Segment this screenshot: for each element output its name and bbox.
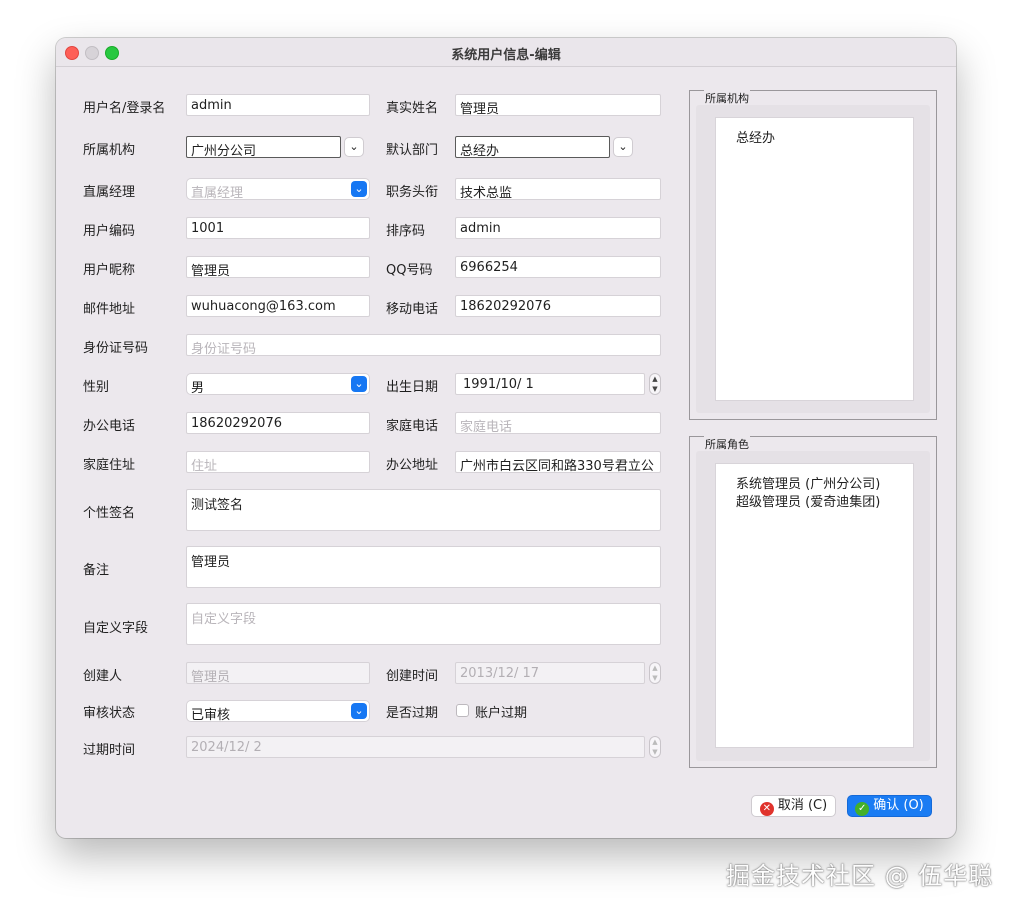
ok-button[interactable]: ✓ 确认 (O) (847, 795, 932, 817)
role-list-item[interactable]: 超级管理员 (爱奇迪集团) (736, 494, 913, 512)
signature-label: 个性签名 (83, 506, 136, 521)
window-title: 系统用户信息-编辑 (451, 48, 561, 63)
org-dropdown-button[interactable]: ⌄ (344, 137, 364, 157)
check-icon: ✓ (855, 802, 870, 816)
chevron-down-icon: ⌄ (351, 181, 367, 197)
jobtitle-field[interactable]: 技术总监 (455, 178, 661, 200)
org-field[interactable]: 广州分公司 (186, 136, 341, 158)
watermark-text: 掘金技术社区 @ 伍华聪 (726, 862, 994, 890)
cancel-icon: ✕ (759, 802, 774, 816)
gender-value: 男 (191, 381, 205, 395)
gender-label: 性别 (83, 380, 110, 395)
homeaddr-field[interactable]: 住址 (186, 451, 370, 473)
ok-button-label: 确认 (O) (873, 798, 924, 813)
gender-combo[interactable]: 男 ⌄ (186, 373, 370, 395)
creator-field: 管理员 (186, 662, 370, 684)
birthday-field[interactable]: 1991/10/ 1 (455, 373, 645, 395)
audit-value: 已审核 (191, 708, 231, 722)
remark-label: 备注 (83, 563, 110, 578)
org-groupbox: 所属机构 总经办 (689, 90, 937, 420)
remark-field[interactable]: 管理员 (186, 546, 661, 588)
cancel-button[interactable]: ✕ 取消 (C) (751, 795, 836, 817)
custom-label: 自定义字段 (83, 621, 149, 636)
nickname-field[interactable]: 管理员 (186, 256, 370, 278)
officephone-label: 办公电话 (83, 419, 136, 434)
qq-label: QQ号码 (386, 263, 433, 278)
role-groupbox-title: 所属角色 (704, 436, 750, 452)
jobtitle-label: 职务头衔 (386, 185, 439, 200)
dept-label: 默认部门 (386, 143, 439, 158)
birthday-stepper[interactable]: ▲ ▼ (649, 373, 661, 395)
qq-field[interactable]: 6966254 (455, 256, 661, 278)
username-field[interactable]: admin (186, 94, 370, 116)
manager-label: 直属经理 (83, 185, 136, 200)
org-list-item[interactable]: 总经办 (736, 130, 913, 148)
createtime-field: 2013/12/ 17 (455, 662, 645, 684)
email-label: 邮件地址 (83, 302, 136, 317)
idcard-field[interactable]: 身份证号码 (186, 334, 661, 356)
chevron-down-icon: ⌄ (618, 140, 628, 153)
dept-dropdown-button[interactable]: ⌄ (613, 137, 633, 157)
realname-label: 真实姓名 (386, 101, 439, 116)
officeaddr-field[interactable]: 广州市白云区同和路330号君立公 (455, 451, 661, 473)
org-list[interactable]: 总经办 (715, 117, 914, 401)
realname-field[interactable]: 管理员 (455, 94, 661, 116)
manager-placeholder: 直属经理 (191, 186, 244, 200)
role-groupbox: 所属角色 系统管理员 (广州分公司) 超级管理员 (爱奇迪集团) (689, 436, 937, 768)
custom-field[interactable]: 自定义字段 (186, 603, 661, 645)
role-list[interactable]: 系统管理员 (广州分公司) 超级管理员 (爱奇迪集团) (715, 463, 914, 748)
usercode-field[interactable]: 1001 (186, 217, 370, 239)
nickname-label: 用户昵称 (83, 263, 136, 278)
homephone-label: 家庭电话 (386, 419, 439, 434)
expiretime-stepper: ▲ ▼ (649, 736, 661, 758)
username-label: 用户名/登录名 (83, 101, 166, 116)
org-label: 所属机构 (83, 143, 136, 158)
sortcode-field[interactable]: admin (455, 217, 661, 239)
createtime-stepper: ▲ ▼ (649, 662, 661, 684)
title-bar: 系统用户信息-编辑 (56, 38, 956, 67)
cancel-button-label: 取消 (C) (777, 798, 828, 813)
user-edit-window: 系统用户信息-编辑 用户名/登录名 admin 真实姓名 管理员 所属机构 广州… (56, 38, 956, 838)
mobile-label: 移动电话 (386, 302, 439, 317)
expired-checkbox[interactable] (456, 704, 469, 717)
audit-label: 审核状态 (83, 706, 136, 721)
chevron-down-icon: ⌄ (351, 376, 367, 392)
expired-label: 是否过期 (386, 706, 439, 721)
audit-combo[interactable]: 已审核 ⌄ (186, 700, 370, 722)
org-groupbox-title: 所属机构 (704, 90, 750, 106)
dept-field[interactable]: 总经办 (455, 136, 610, 158)
expired-checkbox-label[interactable]: 账户过期 (475, 702, 527, 721)
signature-field[interactable]: 测试签名 (186, 489, 661, 531)
chevron-down-icon: ⌄ (351, 703, 367, 719)
idcard-label: 身份证号码 (83, 341, 149, 356)
sortcode-label: 排序码 (386, 224, 426, 239)
homephone-field[interactable]: 家庭电话 (455, 412, 661, 434)
officephone-field[interactable]: 18620292076 (186, 412, 370, 434)
homeaddr-label: 家庭住址 (83, 458, 136, 473)
mobile-field[interactable]: 18620292076 (455, 295, 661, 317)
email-field[interactable]: wuhuacong@163.com (186, 295, 370, 317)
expiretime-label: 过期时间 (83, 743, 136, 758)
usercode-label: 用户编码 (83, 224, 136, 239)
createtime-label: 创建时间 (386, 669, 439, 684)
creator-label: 创建人 (83, 669, 123, 684)
officeaddr-label: 办公地址 (386, 458, 439, 473)
manager-combo[interactable]: 直属经理 ⌄ (186, 178, 370, 200)
chevron-down-icon: ⌄ (349, 140, 359, 153)
role-list-item[interactable]: 系统管理员 (广州分公司) (736, 476, 913, 494)
expiretime-field: 2024/12/ 2 (186, 736, 645, 758)
birthday-label: 出生日期 (386, 380, 439, 395)
